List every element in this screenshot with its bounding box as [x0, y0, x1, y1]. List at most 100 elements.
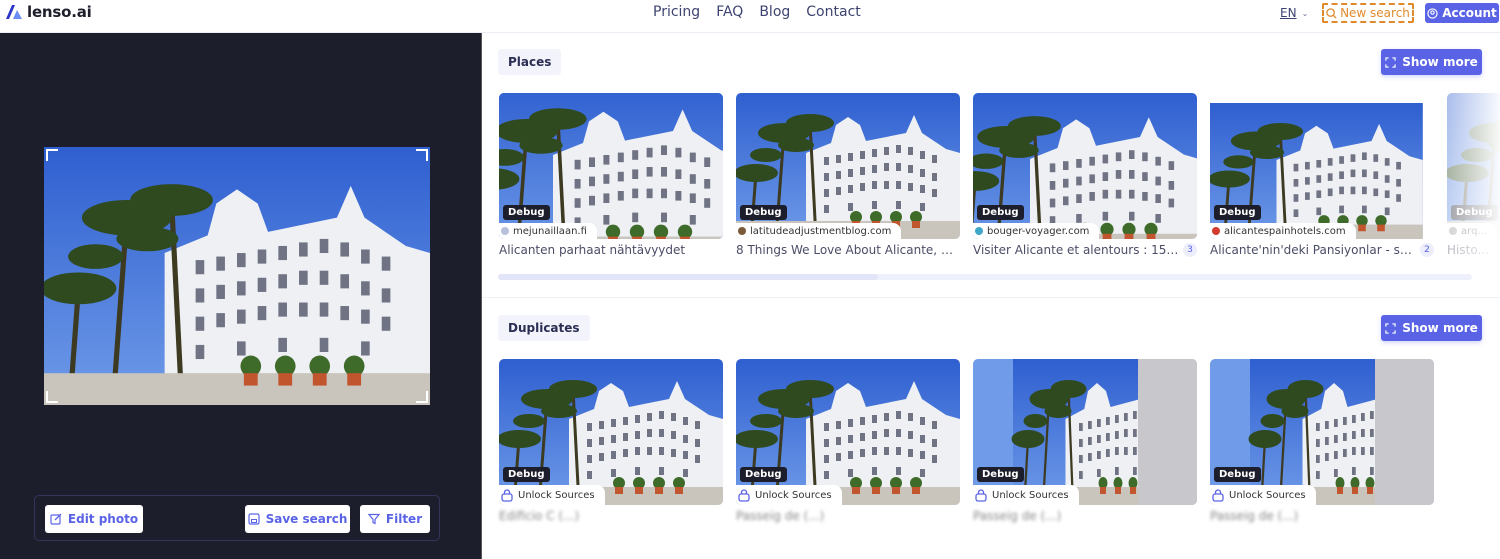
- place-thumbnail: Debug latitudeadjustmentblog.com: [736, 93, 960, 239]
- new-search-button[interactable]: New search: [1322, 3, 1414, 23]
- source-domain: latitudeadjustmentblog.com: [750, 225, 892, 237]
- language-selector[interactable]: EN ⌄: [1280, 6, 1308, 20]
- place-card[interactable]: Debug mejunaillaan.fi Alicanten parhaat …: [499, 93, 723, 257]
- unlock-sources-button[interactable]: Unlock Sources: [973, 485, 1079, 505]
- unlock-label: Unlock Sources: [1229, 489, 1306, 501]
- crop-handle-top-left[interactable]: [46, 149, 58, 161]
- crop-handle-top-right[interactable]: [416, 149, 428, 161]
- card-title[interactable]: 8 Things We Love About Alicante, Spain -…: [736, 243, 960, 257]
- account-button[interactable]: Account: [1425, 3, 1499, 23]
- lenso-logo-icon: [6, 5, 22, 19]
- save-icon: [247, 513, 260, 525]
- blurred-title: Passeig de (...): [736, 509, 825, 523]
- expand-icon: [1385, 56, 1396, 68]
- place-thumbnail: Debug arq...: [1447, 93, 1500, 239]
- logo[interactable]: lenso.ai: [6, 3, 92, 21]
- duplicate-card[interactable]: Debug Unlock Sources Passeig de (...): [973, 359, 1197, 523]
- source-link[interactable]: mejunaillaan.fi: [499, 223, 597, 239]
- save-search-label: Save search: [265, 512, 348, 526]
- site-favicon-icon: [975, 227, 983, 235]
- duplicate-card[interactable]: Debug Unlock Sources Passeig de (...): [1210, 359, 1434, 523]
- place-thumbnail: Debug alicantespainhotels.com: [1210, 93, 1434, 239]
- place-card[interactable]: Debug latitudeadjustmentblog.com 8 Thing…: [736, 93, 960, 257]
- source-link[interactable]: bouger-voyager.com: [973, 223, 1100, 239]
- duplicates-label: Duplicates: [498, 315, 590, 341]
- debug-badge: Debug: [1214, 467, 1261, 482]
- places-show-more-button[interactable]: Show more: [1381, 49, 1482, 75]
- save-search-button[interactable]: Save search: [245, 505, 350, 533]
- places-label: Places: [498, 49, 562, 75]
- crop-handle-bottom-left[interactable]: [46, 391, 58, 403]
- lock-icon: [975, 488, 987, 502]
- debug-badge: Debug: [503, 467, 550, 482]
- match-count-badge: 2: [1420, 243, 1434, 257]
- card-title[interactable]: Alicante'nin'deki Pansiyonlar - sayfa 4 2: [1210, 243, 1434, 257]
- account-label: Account: [1442, 6, 1497, 20]
- duplicate-thumbnail: Debug Unlock Sources: [736, 359, 960, 505]
- nav-pricing[interactable]: Pricing: [653, 4, 700, 20]
- carousel-scrollbar[interactable]: [498, 274, 1472, 280]
- scrollbar-thumb[interactable]: [498, 274, 878, 280]
- card-title[interactable]: Visiter Alicante et alentours : 15 incon…: [973, 243, 1197, 257]
- places-section: Places Show more Debug mejunaillaan.fi A…: [482, 33, 1500, 298]
- filter-icon: [367, 513, 380, 525]
- duplicate-thumbnail: Debug Unlock Sources: [973, 359, 1197, 505]
- unlock-sources-button[interactable]: Unlock Sources: [1210, 485, 1316, 505]
- filter-button[interactable]: Filter: [360, 505, 430, 533]
- title-text: 8 Things We Love About Alicante, Spain -…: [736, 243, 960, 257]
- results-panel: Places Show more Debug mejunaillaan.fi A…: [481, 33, 1500, 559]
- crop-handle-bottom-right[interactable]: [416, 391, 428, 403]
- chevron-down-icon: ⌄: [1301, 8, 1309, 18]
- globe-icon: [501, 227, 509, 235]
- debug-badge: Debug: [977, 205, 1024, 220]
- place-card[interactable]: Debug arq... Histo...: [1447, 93, 1500, 257]
- nav-blog[interactable]: Blog: [759, 4, 790, 20]
- unlock-label: Unlock Sources: [755, 489, 832, 501]
- show-more-label: Show more: [1402, 55, 1478, 69]
- duplicate-card[interactable]: Debug Unlock Sources Passeig de (...): [736, 359, 960, 523]
- new-search-label: New search: [1340, 6, 1410, 20]
- nav-contact[interactable]: Contact: [806, 4, 860, 20]
- edit-photo-button[interactable]: Edit photo: [45, 505, 143, 533]
- debug-badge: Debug: [1214, 205, 1261, 220]
- source-link[interactable]: arq...: [1447, 223, 1497, 239]
- duplicate-card[interactable]: Debug Unlock Sources Edificio C (...): [499, 359, 723, 523]
- query-panel: Edit photo Save search Filter: [0, 33, 481, 559]
- main-nav: Pricing FAQ Blog Contact: [653, 4, 861, 20]
- unlock-sources-button[interactable]: Unlock Sources: [499, 485, 605, 505]
- nav-faq[interactable]: FAQ: [716, 4, 743, 20]
- duplicate-photo: [973, 359, 1197, 505]
- source-domain: alicantespainhotels.com: [1224, 225, 1346, 237]
- source-link[interactable]: latitudeadjustmentblog.com: [736, 223, 902, 239]
- duplicates-section: Duplicates Show more Debug Unlock Source…: [482, 299, 1500, 559]
- duplicate-photo: [1210, 359, 1434, 505]
- section-divider: [482, 297, 1500, 298]
- source-domain: bouger-voyager.com: [987, 225, 1090, 237]
- title-text: Alicanten parhaat nähtävyydet: [499, 243, 686, 257]
- title-text: Histo...: [1447, 243, 1489, 257]
- duplicate-thumbnail: Debug Unlock Sources: [499, 359, 723, 505]
- site-favicon-icon: [1212, 227, 1220, 235]
- site-favicon-icon: [738, 227, 746, 235]
- duplicates-show-more-button[interactable]: Show more: [1381, 315, 1482, 341]
- source-link[interactable]: alicantespainhotels.com: [1210, 223, 1356, 239]
- card-title[interactable]: Alicanten parhaat nähtävyydet: [499, 243, 723, 257]
- place-card[interactable]: Debug alicantespainhotels.com Alicante'n…: [1210, 93, 1434, 257]
- source-domain: arq...: [1461, 225, 1487, 237]
- filter-label: Filter: [385, 512, 423, 526]
- query-image[interactable]: [44, 147, 430, 405]
- unlock-sources-button[interactable]: Unlock Sources: [736, 485, 842, 505]
- unlock-label: Unlock Sources: [518, 489, 595, 501]
- duplicate-thumbnail: Debug Unlock Sources: [1210, 359, 1434, 505]
- brand-name: lenso.ai: [27, 3, 92, 21]
- title-text: Alicante'nin'deki Pansiyonlar - sayfa 4: [1210, 243, 1416, 257]
- debug-badge: Debug: [1451, 205, 1498, 220]
- place-card[interactable]: Debug bouger-voyager.com Visiter Alicant…: [973, 93, 1197, 257]
- edit-icon: [50, 513, 62, 525]
- search-icon: [1326, 7, 1337, 19]
- show-more-label: Show more: [1402, 321, 1478, 335]
- user-circle-icon: [1427, 7, 1438, 19]
- blurred-title: Edificio C (...): [499, 509, 580, 523]
- image-toolbar: Edit photo Save search Filter: [34, 495, 440, 541]
- card-title[interactable]: Histo...: [1447, 243, 1500, 257]
